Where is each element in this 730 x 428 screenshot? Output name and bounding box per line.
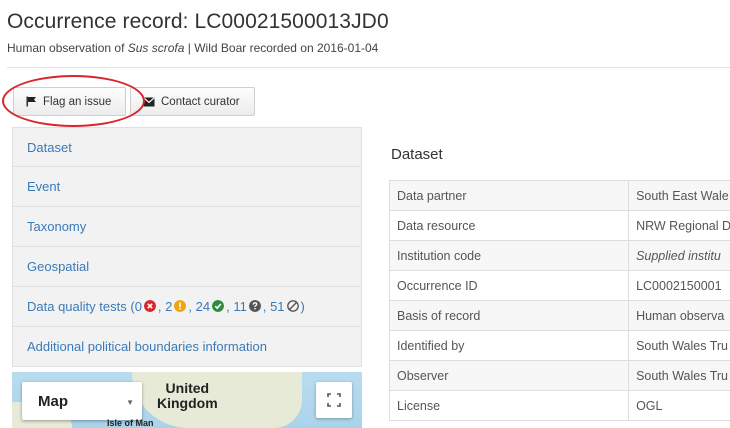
accordion-event[interactable]: Event [12,167,362,207]
accordion-label: Additional political boundaries informat… [27,339,267,354]
dq-missing-count: 11 [233,299,247,314]
accordion-dataset[interactable]: Dataset [12,127,362,167]
row-value: Human observa [628,300,730,331]
flag-icon [26,96,36,107]
dq-passed-count: 24 [195,299,211,314]
row-label: Occurrence ID [388,270,630,301]
accordion-geospatial[interactable]: Geospatial [12,247,362,287]
data-quality-label: Data quality tests [27,299,127,314]
row-value: Supplied institu [628,240,730,271]
scientific-name: Sus scrofa [127,41,185,55]
data-quality-summary: Data quality tests (0 , 2 , 24 , 11 , 51… [27,299,305,314]
page-title: Occurrence record: LC00021500013JD0 [7,10,389,33]
dq-failed-count: 0 [134,299,142,314]
row-value: LC0002150001 [628,270,730,301]
row-label: Observer [388,360,630,391]
fullscreen-button[interactable] [316,382,352,418]
occurrence-map[interactable]: Map ▼ United Kingdom Isle of Man [12,372,362,428]
dq-not-tested-count: 51 [270,299,285,314]
not-tested-icon [286,299,299,312]
contact-curator-label: Contact curator [161,95,240,108]
map-type-select[interactable]: Map ▼ [22,382,142,420]
table-row: Observer South Wales Tru [388,360,730,391]
subtitle-suffix: | Wild Boar recorded on 2016-01-04 [184,41,379,55]
header-divider [7,67,730,68]
row-value: OGL [628,390,730,421]
map-label-isle-of-man: Isle of Man [107,418,154,428]
contact-curator-button[interactable]: Contact curator [130,87,255,116]
dq-close-paren: ) [300,299,305,314]
dq-warning-count: 2 [165,299,173,314]
row-value: South Wales Tru [628,330,730,361]
flag-issue-button[interactable]: Flag an issue [13,87,126,116]
chevron-down-icon: ▼ [126,398,134,407]
row-label: Data partner [388,180,630,211]
check-icon [212,299,225,312]
dataset-table: Data partner South East Wale Data resour… [388,180,730,421]
data-resource-link[interactable]: NRW Regional D [628,210,730,241]
table-row: License OGL [388,390,730,421]
row-label: License [388,390,630,421]
accordion-label: Event [27,179,61,194]
accordion-political-boundaries[interactable]: Additional political boundaries informat… [12,327,362,367]
row-label: Basis of record [388,300,630,331]
fullscreen-icon [327,393,341,407]
subtitle-prefix: Human observation of [7,41,128,55]
row-label: Identified by [388,330,630,361]
dataset-heading: Dataset [391,146,443,163]
table-row: Data partner South East Wale [388,180,730,211]
failed-icon [143,299,156,312]
row-label: Data resource [388,210,630,241]
uk-label: United Kingdom [157,380,218,411]
accordion-label: Dataset [27,139,72,155]
accordion-data-quality[interactable]: Data quality tests (0 , 2 , 24 , 11 , 51… [12,287,362,327]
accordion-taxonomy[interactable]: Taxonomy [12,207,362,247]
table-row: Occurrence ID LC0002150001 [388,270,730,301]
table-row: Basis of record Human observa [388,300,730,331]
page-subtitle: Human observation of Sus scrofa | Wild B… [7,41,378,55]
table-row: Data resource NRW Regional D [388,210,730,241]
map-type-value: Map [38,392,68,410]
envelope-icon [143,96,155,106]
data-partner-link[interactable]: South East Wale [628,180,730,211]
row-value: South Wales Tru [628,360,730,391]
table-row: Identified by South Wales Tru [388,330,730,361]
accordion-label: Taxonomy [27,219,87,234]
row-label: Institution code [388,240,630,271]
flag-issue-label: Flag an issue [43,95,112,108]
question-icon [248,299,261,312]
accordion-label: Geospatial [27,259,90,274]
section-accordion: Dataset Event Taxonomy Geospatial Data q… [12,127,362,367]
warning-icon [174,299,187,312]
map-label-united-kingdom: United Kingdom [157,381,218,411]
table-row: Institution code Supplied institu [388,240,730,271]
